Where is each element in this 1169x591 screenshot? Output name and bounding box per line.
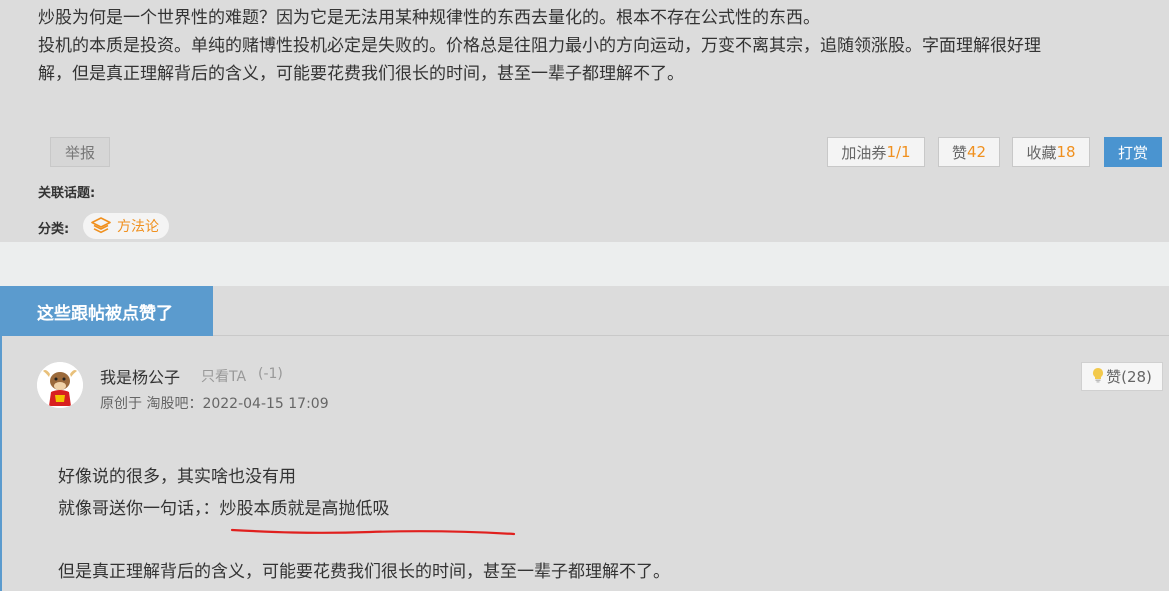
tip-button[interactable]: 打赏	[1104, 137, 1162, 167]
section-tab-liked-replies[interactable]: 这些跟帖被点赞了	[0, 286, 213, 336]
post-line: 解，但是真正理解背后的含义，可能要花费我们很长的时间，甚至一辈子都理解不了。	[38, 64, 684, 84]
voucher-count: 1/1	[886, 143, 911, 161]
reply-text-line: 好像说的很多，其实啥也没有用	[58, 467, 296, 487]
only-view-author-link[interactable]: 只看TA	[201, 366, 246, 386]
reply-text-line: 就像哥送你一句话，：炒股本质就是高抛低吸	[58, 499, 390, 519]
voucher-button[interactable]: 加油券 1/1	[827, 137, 925, 167]
like-button[interactable]: 赞 42	[938, 137, 1000, 167]
reply-score: (-1)	[258, 366, 283, 382]
favorite-button[interactable]: 收藏 18	[1012, 137, 1090, 167]
reply-origin-timestamp: 原创于 淘股吧：2022-04-15 17:09	[100, 396, 329, 412]
reply-like-label: 赞(28)	[1106, 368, 1152, 386]
favorite-label: 收藏	[1026, 143, 1057, 162]
report-button[interactable]: 举报	[50, 137, 110, 167]
voucher-label: 加油券	[841, 143, 887, 162]
lightbulb-icon	[1092, 367, 1104, 387]
reply-like-button[interactable]: 赞(28)	[1081, 362, 1163, 391]
red-underline-annotation	[230, 528, 516, 536]
reply-username[interactable]: 我是杨公子	[100, 364, 180, 388]
like-label: 赞	[951, 143, 967, 162]
category-tag[interactable]: 方法论	[83, 213, 169, 239]
related-topics-label: 关联话题:	[38, 186, 96, 201]
reply-text-line: 但是真正理解背后的含义，可能要花费我们很长的时间，甚至一辈子都理解不了。	[58, 562, 670, 582]
layers-icon	[91, 217, 111, 235]
post-body: 炒股为何是一个世界性的难题？因为它是无法用某种规律性的东西去量化的。根本不存在公…	[38, 4, 1158, 88]
category-value: 方法论	[117, 219, 159, 235]
avatar[interactable]	[37, 362, 83, 408]
post-line: 投机的本质是投资。单纯的赌博性投机必定是失败的。价格总是往阻力最小的方向运动，万…	[38, 36, 1041, 56]
favorite-count: 18	[1056, 143, 1076, 161]
section-gap	[0, 242, 1169, 286]
category-label: 分类:	[38, 222, 70, 237]
post-line: 炒股为何是一个世界性的难题？因为它是无法用某种规律性的东西去量化的。根本不存在公…	[38, 8, 820, 28]
like-count: 42	[966, 143, 987, 161]
